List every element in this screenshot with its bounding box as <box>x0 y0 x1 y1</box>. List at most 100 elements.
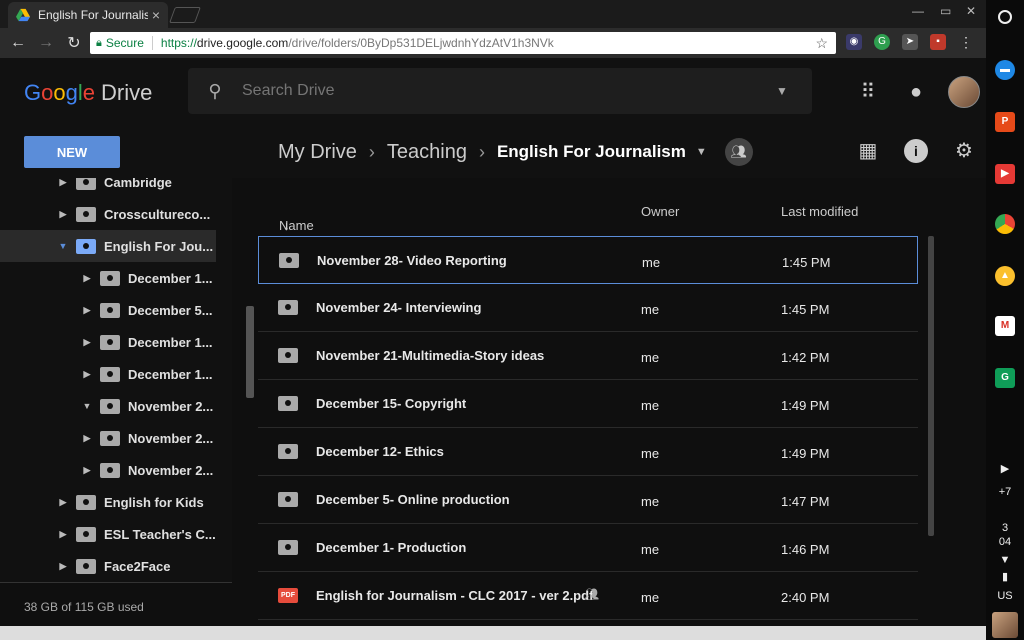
search-input[interactable] <box>242 82 752 100</box>
bookmark-star-icon[interactable]: ☆ <box>815 35 828 52</box>
file-list-scrollbar[interactable] <box>928 236 934 536</box>
minimize-icon[interactable]: — <box>912 4 924 18</box>
presentation-app-icon[interactable]: P <box>995 112 1015 132</box>
file-row[interactable]: December 12- Ethics me 1:49 PM <box>258 428 918 476</box>
expand-arrow-icon[interactable]: ▶ <box>56 529 70 540</box>
forward-icon[interactable]: → <box>32 34 60 52</box>
notification-count[interactable]: +7 <box>986 486 1024 498</box>
column-modified-header[interactable]: Last modified <box>781 204 858 219</box>
browser-tab[interactable]: English For Journalism × <box>8 2 168 28</box>
keep-app-icon[interactable]: ▲ <box>995 266 1015 286</box>
shared-folder-icon <box>278 396 298 411</box>
tree-item[interactable]: ▶ English for Kids <box>0 486 232 518</box>
shared-people-icon[interactable]: 👥︎ <box>724 138 753 166</box>
wifi-icon[interactable]: ▼ <box>986 554 1024 566</box>
clock-hour[interactable]: 3 <box>986 522 1024 534</box>
avatar[interactable] <box>948 76 980 108</box>
apps-grid-icon[interactable]: ⠿ <box>856 80 880 104</box>
chevron-right-icon: › <box>478 141 485 162</box>
search-options-icon[interactable]: ▼ <box>752 84 812 98</box>
file-modified: 1:45 PM <box>781 302 830 317</box>
expand-arrow-icon[interactable]: ▶ <box>80 337 94 348</box>
close-window-icon[interactable]: ✕ <box>966 4 976 18</box>
clock-minute[interactable]: 04 <box>986 536 1024 548</box>
new-button[interactable]: NEW <box>24 136 120 168</box>
tree-item-selected[interactable]: ▼ English For Jou... <box>0 230 216 262</box>
file-modified: 1:46 PM <box>781 542 830 557</box>
expand-arrow-icon[interactable]: ▶ <box>80 465 94 476</box>
file-row[interactable]: November 28- Video Reporting me 1:45 PM <box>258 236 918 284</box>
notifications-icon[interactable]: ● <box>904 80 928 104</box>
files-app-icon[interactable]: ▬ <box>995 60 1015 80</box>
info-icon[interactable]: i <box>904 139 928 163</box>
new-tab-button[interactable] <box>169 7 201 23</box>
horizontal-scrollbar[interactable] <box>0 626 986 640</box>
shared-folder-icon <box>100 334 120 350</box>
battery-icon[interactable]: ▮ <box>986 570 1024 583</box>
expand-arrow-icon[interactable]: ▶ <box>56 178 70 188</box>
extension-icon[interactable]: ◉ <box>846 34 862 50</box>
tree-item[interactable]: ▶ November 2... <box>0 454 232 486</box>
back-icon[interactable]: ← <box>4 34 32 52</box>
chrome-icon[interactable] <box>995 214 1015 234</box>
file-modified: 1:42 PM <box>781 350 830 365</box>
file-name: November 28- Video Reporting <box>317 253 507 268</box>
settings-gear-icon[interactable]: ⚙ <box>952 139 976 163</box>
search-bar[interactable]: ⚲ ▼ <box>188 68 812 114</box>
expand-arrow-icon[interactable]: ▶ <box>80 369 94 380</box>
file-row[interactable]: November 24- Interviewing me 1:45 PM <box>258 284 918 332</box>
grid-view-icon[interactable]: ▦ <box>856 139 880 163</box>
column-owner-header[interactable]: Owner <box>641 204 679 219</box>
tree-item[interactable]: ▶ ESL Teacher's C... <box>0 518 232 550</box>
search-icon[interactable]: ⚲ <box>188 81 242 102</box>
address-bar[interactable]: 🔒︎ Secure https:// drive.google.com /dri… <box>90 32 836 54</box>
file-row[interactable]: November 21-Multimedia-Story ideas me 1:42… <box>258 332 918 380</box>
expand-arrow-icon[interactable]: ▶ <box>56 561 70 572</box>
drive-logo[interactable]: Google Drive <box>24 80 152 106</box>
input-locale[interactable]: US <box>986 590 1024 602</box>
user-avatar-icon[interactable] <box>992 612 1018 638</box>
tab-close-icon[interactable]: × <box>152 7 160 23</box>
breadcrumb-my-drive[interactable]: My Drive <box>278 141 357 164</box>
file-row[interactable]: December 15- Copyright me 1:49 PM <box>258 380 918 428</box>
tree-item[interactable]: ▶ Crossculturecо... <box>0 198 232 230</box>
grammarly-icon[interactable]: G <box>874 34 890 50</box>
chevron-down-icon[interactable]: ▼ <box>696 146 707 158</box>
restore-icon[interactable]: ▭ <box>940 4 951 18</box>
extension-badge-icon[interactable]: ▪ <box>930 34 946 50</box>
youtube-app-icon[interactable]: ▶ <box>995 164 1015 184</box>
tree-item[interactable]: ▶ December 1... <box>0 358 232 390</box>
reload-icon[interactable]: ↻ <box>60 33 88 53</box>
collapse-arrow-icon[interactable]: ▼ <box>56 241 70 251</box>
storage-quota[interactable]: 38 GB of 115 GB used <box>24 600 144 614</box>
launcher-icon[interactable] <box>998 10 1012 24</box>
tree-item[interactable]: ▶ December 5... <box>0 294 232 326</box>
tree-item[interactable]: ▶ November 2... <box>0 422 232 454</box>
gmail-icon[interactable]: M <box>995 316 1015 336</box>
file-row[interactable]: PDF English for Journalism - CLC 2017 - v… <box>258 572 918 620</box>
drive-favicon-icon <box>16 8 30 22</box>
sidebar-scrollbar[interactable] <box>246 306 254 398</box>
classroom-app-icon[interactable]: G <box>995 368 1015 388</box>
expand-arrow-icon[interactable]: ▶ <box>56 209 70 220</box>
tree-item[interactable]: ▶ December 1... <box>0 326 232 358</box>
shared-folder-icon <box>100 366 120 382</box>
menu-kebab-icon[interactable]: ⋮ <box>958 34 974 50</box>
tree-item[interactable]: ▶ Face2Face <box>0 550 232 582</box>
breadcrumb-teaching[interactable]: Teaching <box>387 141 467 164</box>
collapse-arrow-icon[interactable]: ▼ <box>80 401 94 411</box>
secure-label: Secure <box>105 36 144 50</box>
cast-icon[interactable]: ▶ <box>986 462 1024 475</box>
file-row[interactable]: December 5- Online production me 1:47 PM <box>258 476 918 524</box>
send-extension-icon[interactable]: ➤ <box>902 34 918 50</box>
sort-arrow-down-icon[interactable]: ↓ <box>283 218 290 233</box>
expand-arrow-icon[interactable]: ▶ <box>80 433 94 444</box>
expand-arrow-icon[interactable]: ▶ <box>56 497 70 508</box>
expand-arrow-icon[interactable]: ▶ <box>80 305 94 316</box>
tree-item[interactable]: ▼ November 2... <box>0 390 232 422</box>
breadcrumb-current[interactable]: English For Journalism <box>497 142 686 162</box>
tree-item[interactable]: ▶ Cambridge <box>0 178 232 198</box>
tree-item[interactable]: ▶ December 1... <box>0 262 232 294</box>
file-row[interactable]: December 1- Production me 1:46 PM <box>258 524 918 572</box>
expand-arrow-icon[interactable]: ▶ <box>80 273 94 284</box>
